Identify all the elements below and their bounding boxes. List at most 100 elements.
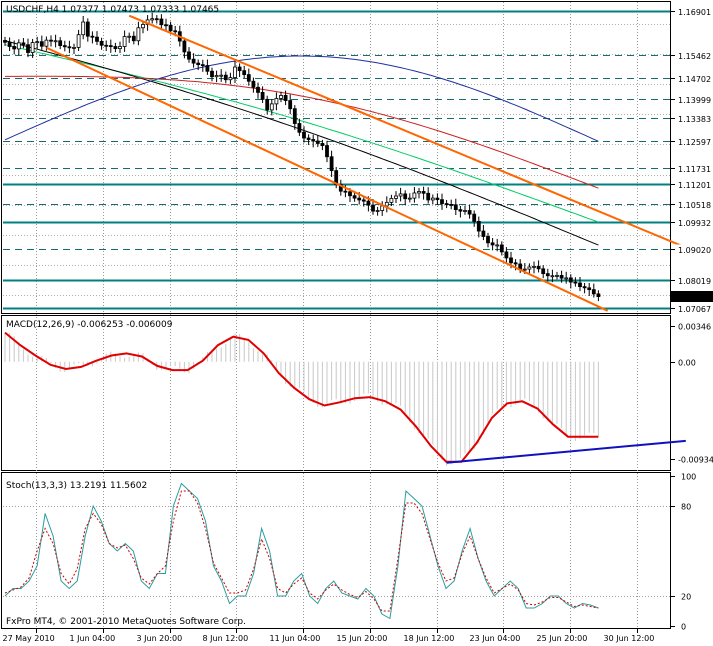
- stoch-axis-label: 20: [681, 593, 691, 602]
- macd-axis-label: 0.00346: [678, 323, 711, 332]
- candle-body: [426, 192, 431, 201]
- candle-body: [154, 18, 159, 21]
- price-axis-label: 1.13383: [678, 115, 711, 124]
- candle-body: [150, 18, 155, 21]
- candle-body: [343, 190, 348, 193]
- candle-body: [251, 80, 256, 88]
- candle-body: [260, 92, 265, 100]
- macd-signal-line: [4, 331, 599, 463]
- moving-average-green: [4, 44, 599, 223]
- candle-body: [320, 143, 325, 146]
- candle-body: [214, 75, 219, 78]
- chart-window: 27 May 2010 1 Jun 04:00 3 Jun 20:00 8 Jun 1…: [0, 0, 713, 646]
- candle-body: [467, 210, 472, 215]
- candle-body: [191, 58, 196, 64]
- copyright-footer: FxPro MT4, © 2001-2010 MetaQuotes Softwa…: [6, 617, 246, 627]
- candle-body: [596, 293, 601, 297]
- candle-body: [495, 244, 500, 247]
- candle-body: [127, 35, 132, 38]
- candle-body: [113, 46, 118, 50]
- candle-body: [421, 191, 426, 194]
- candle-body: [509, 257, 513, 264]
- candle-body: [582, 286, 587, 289]
- candle-body: [173, 30, 178, 33]
- candle-body: [315, 140, 320, 144]
- stoch-axis-label: 0: [681, 623, 686, 632]
- candle-body: [329, 156, 334, 172]
- candle-body: [545, 273, 550, 277]
- candle-body: [274, 98, 279, 105]
- candle-body: [246, 74, 251, 82]
- candle-body: [361, 199, 366, 202]
- price-axis-label: 1.11201: [678, 181, 711, 190]
- candle-body: [200, 64, 205, 67]
- price-axis-label: 1.15462: [678, 52, 711, 61]
- candle-body: [453, 204, 458, 211]
- candle-body: [62, 45, 67, 48]
- candle-body: [44, 39, 49, 47]
- candle-body: [481, 230, 486, 237]
- candle-body: [522, 268, 527, 271]
- candle-body: [398, 193, 403, 197]
- candle-body: [237, 66, 242, 72]
- x-axis-label: 30 Jun 12:00: [604, 634, 655, 643]
- moving-average-blue: [4, 55, 599, 142]
- candle-body: [559, 275, 564, 279]
- candle-body: [550, 275, 555, 278]
- macd-axis-label: 0.00: [678, 359, 696, 368]
- price-axis-label: 1.11731: [678, 165, 711, 174]
- candle-body: [587, 287, 592, 291]
- candle-body: [541, 268, 546, 275]
- candle-body: [108, 45, 113, 47]
- candle-body: [39, 41, 44, 47]
- candle-body: [7, 41, 12, 47]
- candle-body: [256, 86, 260, 93]
- candle-body: [76, 34, 81, 48]
- candle-body: [136, 27, 141, 42]
- candle-body: [12, 46, 17, 50]
- candle-body: [306, 137, 311, 140]
- current-price-label: 1.07465: [677, 293, 710, 302]
- candle-body: [555, 275, 559, 277]
- price-axis-label: 1.13999: [678, 96, 711, 105]
- candle-body: [384, 201, 389, 207]
- candle-body: [168, 24, 173, 32]
- chart-canvas: 27 May 2010 1 Jun 04:00 3 Jun 20:00 8 Jun 1…: [1, 1, 713, 643]
- candle-body: [536, 265, 541, 270]
- candle-body: [35, 41, 40, 44]
- candle-body: [279, 95, 283, 99]
- price-axis-label: 1.14702: [678, 75, 711, 84]
- candle-body: [490, 242, 495, 246]
- candle-body: [564, 277, 569, 280]
- candle-body: [407, 197, 412, 200]
- candle-body: [375, 210, 380, 212]
- candle-body: [67, 46, 72, 49]
- candle-body: [265, 98, 270, 111]
- candle-body: [394, 195, 398, 199]
- candle-body: [458, 209, 463, 212]
- main-header: USDCHF,H4 1.07377 1.07473 1.07333 1.0746…: [6, 5, 219, 15]
- x-axis-label: 3 Jun 20:00: [137, 634, 183, 643]
- candle-body: [292, 108, 297, 124]
- stoch-axis-label: 80: [681, 503, 691, 512]
- x-axis-label: 11 Jun 04:00: [270, 634, 321, 643]
- candle-body: [3, 40, 7, 43]
- candle-body: [159, 18, 164, 26]
- candle-body: [476, 220, 481, 232]
- x-axis-label: 27 May 2010: [3, 634, 55, 643]
- price-axis-label: 1.07067: [678, 305, 711, 314]
- price-axis-label: 1.08019: [678, 277, 711, 286]
- candle-body: [49, 39, 53, 42]
- candle-body: [233, 66, 237, 79]
- candle-body: [210, 70, 214, 78]
- candle-body: [21, 42, 26, 46]
- candle-body: [141, 24, 145, 29]
- x-axis-label: 1 Jun 04:00: [70, 634, 116, 643]
- candle-body: [412, 192, 417, 199]
- moving-average-red: [5, 75, 599, 189]
- candle-body: [81, 21, 86, 36]
- candle-body: [472, 213, 477, 222]
- candle-body: [573, 281, 578, 284]
- candle-body: [444, 203, 449, 205]
- candle-body: [118, 46, 122, 50]
